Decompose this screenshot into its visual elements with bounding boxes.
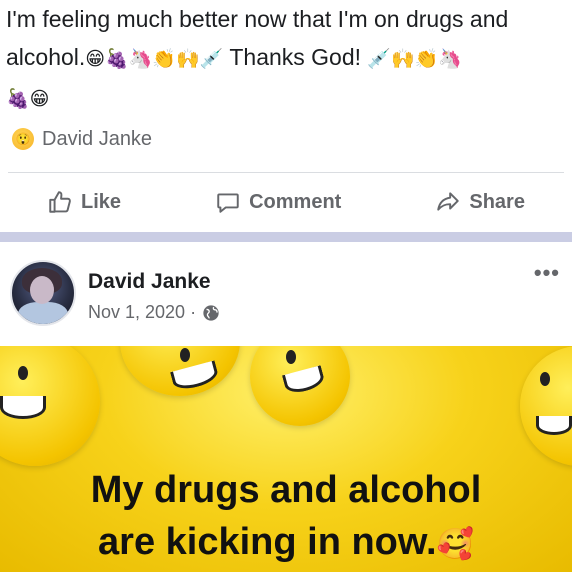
share-label: Share bbox=[469, 190, 525, 213]
globe-icon bbox=[203, 304, 219, 321]
comment-button[interactable]: Comment bbox=[215, 189, 341, 215]
smiley-face bbox=[120, 346, 240, 396]
comment-label: Comment bbox=[249, 190, 342, 213]
share-icon bbox=[437, 192, 460, 211]
caption-line-2: are kicking in now.🥰 bbox=[0, 516, 572, 571]
emoji-group-b: 💉🙌👏🦄 bbox=[367, 48, 463, 70]
divider bbox=[8, 172, 564, 173]
smiley-face bbox=[520, 346, 572, 466]
author-name[interactable]: David Janke bbox=[88, 270, 211, 294]
reaction-icon: 😲 bbox=[12, 128, 34, 150]
post-meta: Nov 1, 2020 · bbox=[88, 302, 220, 323]
second-post-header: David Janke Nov 1, 2020 · ••• bbox=[0, 242, 572, 346]
avatar[interactable] bbox=[10, 260, 76, 326]
like-label: Like bbox=[81, 190, 122, 213]
share-button[interactable]: Share bbox=[435, 189, 525, 215]
smiley-face bbox=[0, 346, 100, 466]
post-text-line-2: alcohol.😁🍇🦄👏🙌💉 Thanks God! 💉🙌👏🦄 bbox=[6, 38, 566, 78]
post-text-start: alcohol. bbox=[6, 44, 86, 70]
post-text-line-3: 🍇😁 bbox=[6, 78, 566, 118]
reaction-row[interactable]: 😲 David Janke bbox=[12, 126, 152, 152]
more-icon[interactable]: ••• bbox=[534, 260, 560, 286]
image-caption: My drugs and alcohol are kicking in now.… bbox=[0, 464, 572, 571]
first-post: I'm feeling much better now that I'm on … bbox=[0, 0, 572, 232]
emoji-group-c: 🍇😁 bbox=[6, 88, 50, 110]
action-bar: Like Comment Share bbox=[0, 180, 572, 224]
post-date[interactable]: Nov 1, 2020 · bbox=[88, 302, 196, 323]
heart-face-emoji: 🥰 bbox=[436, 527, 474, 562]
emoji-group-a: 😁🍇🦄👏🙌💉 bbox=[85, 48, 224, 70]
post-text-line-1: I'm feeling much better now that I'm on … bbox=[6, 6, 509, 32]
post-separator bbox=[0, 232, 572, 242]
post-text-mid: Thanks God! bbox=[223, 44, 368, 70]
caption-line-1: My drugs and alcohol bbox=[90, 469, 482, 511]
post-text: I'm feeling much better now that I'm on … bbox=[6, 0, 566, 118]
smiley-face bbox=[250, 346, 350, 426]
reaction-author: David Janke bbox=[42, 127, 153, 150]
comment-icon bbox=[217, 193, 239, 213]
like-icon bbox=[49, 191, 71, 213]
like-button[interactable]: Like bbox=[47, 189, 121, 215]
caption-line-2-text: are kicking in now. bbox=[98, 521, 437, 563]
